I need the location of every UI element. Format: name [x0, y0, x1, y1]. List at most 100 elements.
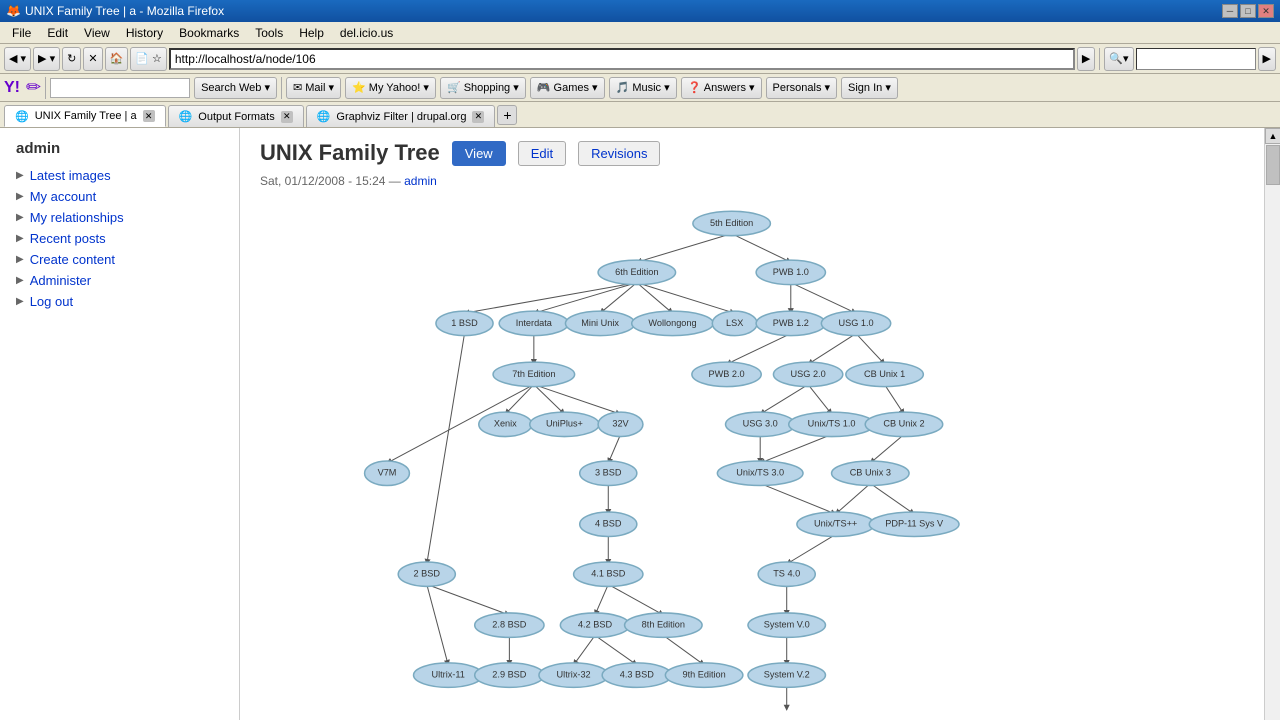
- toolbar-sep2: [281, 77, 282, 99]
- node-label-8th-edition: 8th Edition: [642, 620, 685, 630]
- yahoo-more-button[interactable]: ✏: [26, 77, 41, 98]
- node-label-3bsd: 3 BSD: [595, 468, 622, 478]
- node-label-ts40: TS 4.0: [773, 569, 800, 579]
- search-engine-button[interactable]: 🔍▾: [1104, 47, 1133, 71]
- node-label-32v: 32V: [612, 419, 629, 429]
- node-label-usg10: USG 1.0: [838, 318, 873, 328]
- arrow-icon-2: ▶: [16, 191, 24, 202]
- edge-usg10-cbunix1: [856, 334, 885, 365]
- mail-button[interactable]: ✉ Mail ▾: [286, 77, 341, 99]
- tab-output-formats[interactable]: 🌐 Output Formats ✕: [168, 105, 304, 127]
- back-button[interactable]: ◀ ▾: [4, 47, 31, 71]
- search-go-button[interactable]: ▶: [1258, 47, 1276, 71]
- titlebar-title: UNIX Family Tree | a - Mozilla Firefox: [25, 4, 224, 18]
- signin-button[interactable]: Sign In ▾: [841, 77, 898, 99]
- main-layout: admin ▶ Latest images ▶ My account ▶ My …: [0, 128, 1280, 720]
- tab-graphviz[interactable]: 🌐 Graphviz Filter | drupal.org ✕: [306, 105, 496, 127]
- menu-help[interactable]: Help: [291, 24, 332, 42]
- tab-icon-2: 🌐: [179, 110, 193, 123]
- sidebar-item-my-account[interactable]: ▶ My account: [0, 186, 239, 207]
- node-label-v7m: V7M: [378, 468, 397, 478]
- tab-close-3[interactable]: ✕: [472, 111, 484, 123]
- stop-button[interactable]: ✕: [83, 47, 102, 71]
- sidebar-item-recent-posts[interactable]: ▶ Recent posts: [0, 228, 239, 249]
- tab-label-3: Graphviz Filter | drupal.org: [336, 111, 466, 123]
- music-button[interactable]: 🎵 Music ▾: [609, 77, 677, 99]
- sidebar-item-create-content[interactable]: ▶ Create content: [0, 249, 239, 270]
- bookmark-button[interactable]: 📄 ☆: [130, 47, 167, 71]
- menu-tools[interactable]: Tools: [247, 24, 291, 42]
- yahoo-search-input[interactable]: [50, 78, 190, 98]
- menu-file[interactable]: File: [4, 24, 39, 42]
- sidebar-item-latest-images[interactable]: ▶ Latest images: [0, 165, 239, 186]
- sidebar-item-log-out[interactable]: ▶ Log out: [0, 291, 239, 312]
- edge-usg20-usg30: [760, 385, 808, 415]
- edge-7ed-xenix: [505, 385, 534, 415]
- tab-revisions[interactable]: Revisions: [578, 141, 660, 166]
- sidebar-item-my-relationships[interactable]: ▶ My relationships: [0, 207, 239, 228]
- tab-close-2[interactable]: ✕: [281, 111, 293, 123]
- close-button[interactable]: ✕: [1258, 4, 1274, 18]
- menu-history[interactable]: History: [118, 24, 171, 42]
- menu-view[interactable]: View: [76, 24, 118, 42]
- node-label-pwb10: PWB 1.0: [773, 267, 809, 277]
- node-label-wollongong: Wollongong: [648, 318, 696, 328]
- edge-pwb10-usg10: [791, 283, 856, 314]
- tab-view[interactable]: View: [452, 141, 506, 166]
- edge-8ed-9ed: [663, 635, 704, 665]
- arrow-icon-7: ▶: [16, 296, 24, 307]
- meta-author[interactable]: admin: [404, 174, 437, 188]
- menu-delicious[interactable]: del.icio.us: [332, 24, 401, 42]
- edge-42bsd-ultrix32: [574, 635, 595, 665]
- tab-close-1[interactable]: ✕: [143, 110, 155, 122]
- answers-button[interactable]: ❓ Answers ▾: [681, 77, 762, 99]
- titlebar-controls[interactable]: ─ □ ✕: [1222, 4, 1274, 18]
- node-label-2bsd: 2 BSD: [414, 569, 441, 579]
- tree-container: 5th Edition 6th Edition PWB 1.0 1 BSD In…: [260, 200, 1244, 720]
- meta-line: Sat, 01/12/2008 - 15:24 — admin: [260, 174, 1244, 188]
- tab-unix-family-tree[interactable]: 🌐 UNIX Family Tree | a ✕: [4, 105, 166, 127]
- tab-label-2: Output Formats: [198, 111, 274, 123]
- new-tab-button[interactable]: +: [497, 105, 517, 125]
- node-label-usg20: USG 2.0: [791, 369, 826, 379]
- sidebar-label-my-relationships: My relationships: [30, 210, 124, 225]
- edge-32v-3bsd: [608, 435, 620, 464]
- scroll-thumb[interactable]: [1266, 145, 1280, 185]
- edge-1bsd-2bsd: [427, 334, 465, 564]
- node-label-43bsd: 4.3 BSD: [620, 670, 654, 680]
- node-label-xenix: Xenix: [494, 419, 517, 429]
- edge-cbunix2-cbunix3: [870, 435, 904, 464]
- personals-button[interactable]: Personals ▾: [766, 77, 838, 99]
- sidebar-item-administer[interactable]: ▶ Administer: [0, 270, 239, 291]
- maximize-button[interactable]: □: [1240, 4, 1256, 18]
- home-button[interactable]: 🏠: [105, 47, 129, 71]
- sidebar-label-create-content: Create content: [30, 252, 115, 267]
- node-label-interdata: Interdata: [516, 318, 553, 328]
- node-label-lsx: LSX: [726, 318, 743, 328]
- search-web-button[interactable]: Search Web ▾: [194, 77, 277, 99]
- scroll-up-button[interactable]: ▲: [1265, 128, 1280, 144]
- edge-7ed-uniplus: [534, 385, 565, 415]
- forward-button[interactable]: ▶ ▾: [33, 47, 60, 71]
- shopping-button[interactable]: 🛒 Shopping ▾: [440, 77, 526, 99]
- scrollbar[interactable]: ▲: [1264, 128, 1280, 720]
- edge-6ed-miniux: [600, 283, 637, 314]
- menu-bookmarks[interactable]: Bookmarks: [171, 24, 247, 42]
- myyahoo-button[interactable]: ⭐ My Yahoo! ▾: [345, 77, 436, 99]
- search-input[interactable]: [1136, 48, 1256, 70]
- tab-edit[interactable]: Edit: [518, 141, 566, 166]
- refresh-button[interactable]: ↻: [62, 47, 81, 71]
- menubar: File Edit View History Bookmarks Tools H…: [0, 22, 1280, 44]
- address-input[interactable]: http://localhost/a/node/106: [169, 48, 1075, 70]
- go-button[interactable]: ▶: [1077, 47, 1095, 71]
- edge-cbunix3-pdp11: [870, 483, 914, 514]
- node-label-5th-edition: 5th Edition: [710, 218, 753, 228]
- arrow-icon-5: ▶: [16, 254, 24, 265]
- edge-usg20-unixts10: [808, 385, 831, 415]
- minimize-button[interactable]: ─: [1222, 4, 1238, 18]
- menu-edit[interactable]: Edit: [39, 24, 76, 42]
- games-button[interactable]: 🎮 Games ▾: [530, 77, 605, 99]
- arrow-icon-3: ▶: [16, 212, 24, 223]
- edge-unixts30-unixtspp: [760, 483, 835, 514]
- node-label-1bsd: 1 BSD: [451, 318, 478, 328]
